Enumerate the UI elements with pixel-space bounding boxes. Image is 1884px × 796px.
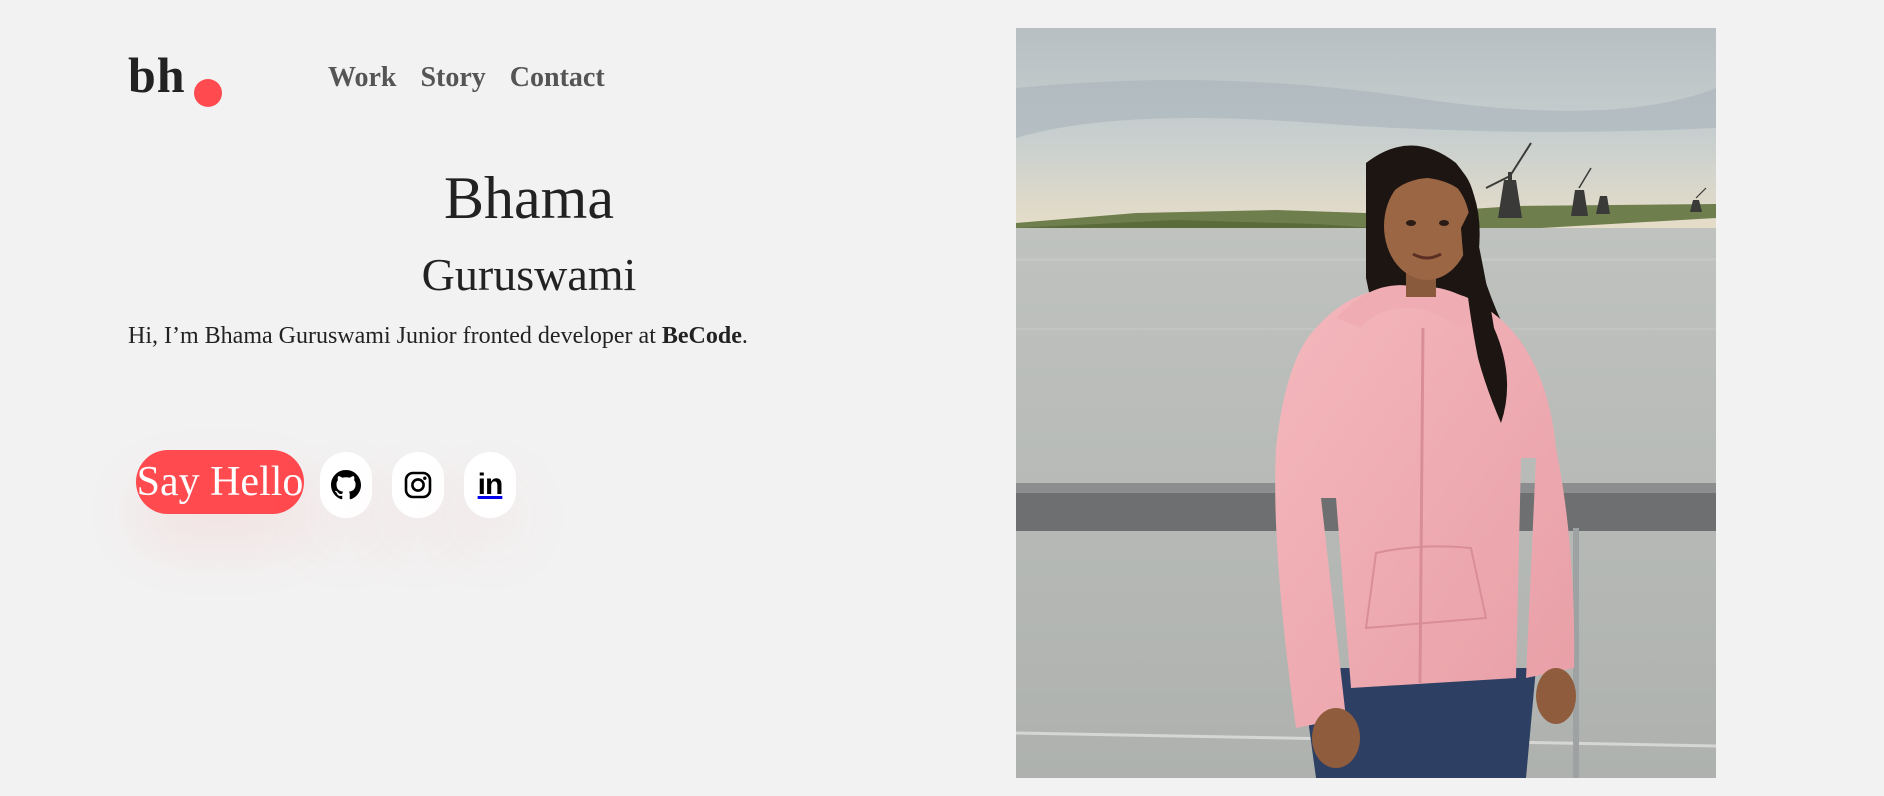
page: bh Work Story Contact Bhama Guruswami Hi… xyxy=(0,0,1884,796)
nav-link-work[interactable]: Work xyxy=(328,64,396,92)
linkedin-link[interactable]: in xyxy=(464,452,516,518)
hero-last-name: Guruswami xyxy=(421,249,637,300)
nav-link-story[interactable]: Story xyxy=(420,64,485,92)
hero-first-name: Bhama xyxy=(444,165,614,231)
logo-text[interactable]: bh xyxy=(128,50,186,100)
portrait-photo xyxy=(1016,28,1716,778)
say-hello-button[interactable]: Say Hello xyxy=(136,450,304,514)
logo-dot xyxy=(194,79,222,107)
intro-suffix: . xyxy=(741,323,748,349)
linkedin-icon: in xyxy=(477,468,504,501)
instagram-icon xyxy=(404,471,432,499)
intro-text: Hi, I’m Bhama Guruswami Junior fronted d… xyxy=(128,322,748,351)
intro-prefix: Hi, I’m Bhama Guruswami Junior fronted d… xyxy=(128,323,662,349)
intro-company: BeCode xyxy=(661,323,742,349)
github-icon xyxy=(331,470,361,500)
github-link[interactable] xyxy=(320,452,372,518)
main-nav: Work Story Contact xyxy=(328,64,605,92)
nav-link-contact[interactable]: Contact xyxy=(510,64,605,92)
instagram-link[interactable] xyxy=(392,452,444,518)
